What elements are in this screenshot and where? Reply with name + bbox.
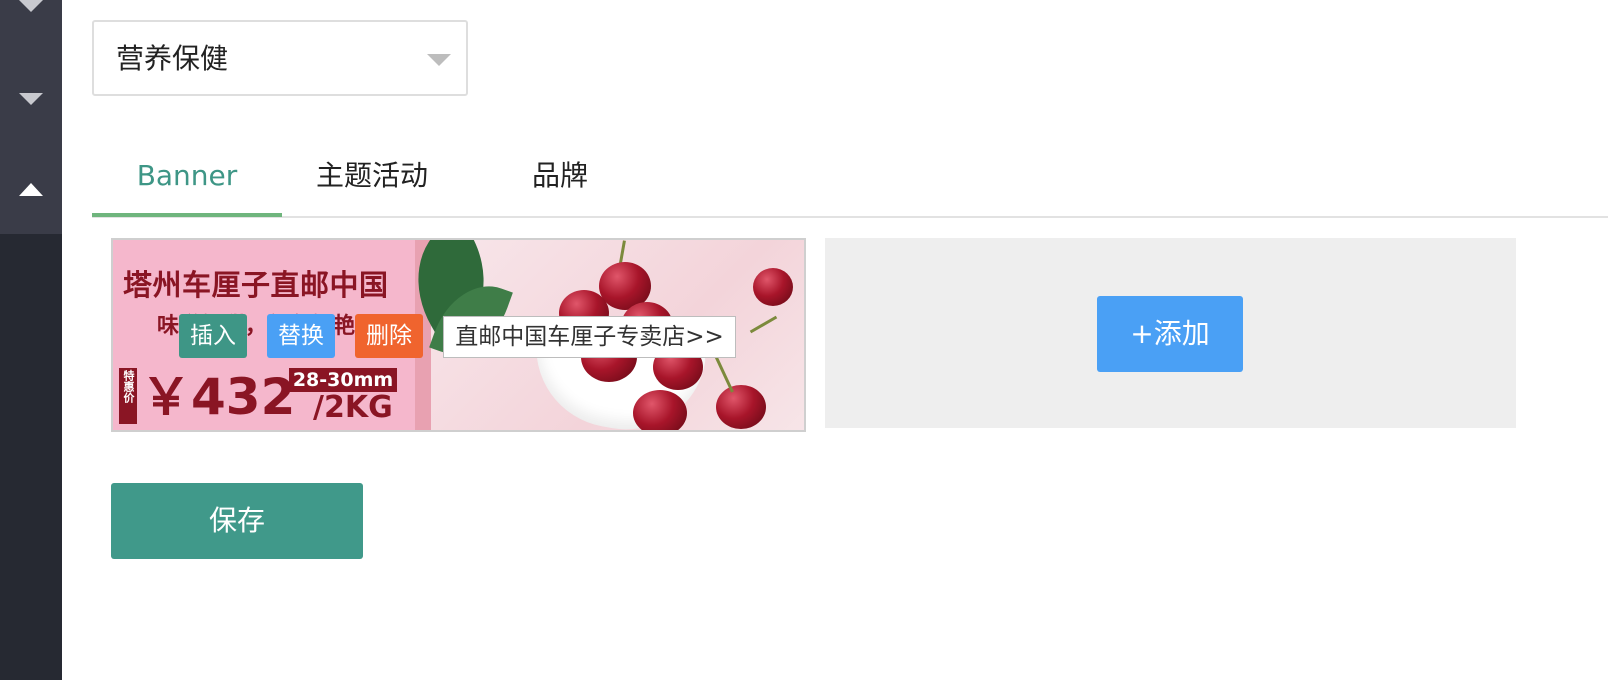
tab-label: Banner (136, 159, 238, 192)
cherry-stem (713, 353, 734, 393)
cherry (716, 385, 766, 429)
tab-theme-activity[interactable]: 主题活动 (282, 150, 462, 218)
tab-label: 主题活动 (315, 159, 428, 192)
category-select-value: 营养保健 (116, 42, 229, 75)
chevron-down-icon[interactable] (19, 0, 43, 12)
replace-button[interactable]: 替换 (267, 314, 335, 358)
banner-price: ￥432 (141, 368, 296, 426)
banner-link[interactable]: 直邮中国车厘子专卖店>> (443, 316, 736, 358)
add-banner-button[interactable]: +添加 (1097, 296, 1243, 372)
cherry (633, 390, 687, 430)
cherry-stem (749, 315, 778, 334)
save-button[interactable]: 保存 (111, 483, 363, 559)
insert-button[interactable]: 插入 (179, 314, 247, 358)
tab-brand[interactable]: 品牌 (500, 150, 620, 218)
category-select[interactable]: 营养保健 (92, 20, 468, 96)
sidebar-menu-group (0, 0, 62, 234)
price-tag: 特惠价 (119, 368, 137, 424)
chevron-down-icon[interactable] (19, 93, 43, 105)
delete-button[interactable]: 删除 (355, 314, 423, 358)
tab-banner[interactable]: Banner (92, 150, 282, 218)
cherry (753, 268, 793, 306)
chevron-down-icon (427, 54, 451, 66)
price-tag-text: 特惠价 (122, 370, 135, 403)
banner-headline: 塔州车厘子直邮中国 (123, 268, 389, 302)
tab-label: 品牌 (531, 159, 588, 192)
size-badge: 28-30mm (289, 368, 397, 392)
active-tab-indicator (92, 213, 282, 217)
chevron-up-icon[interactable] (19, 183, 43, 196)
tab-bar: Banner 主题活动 品牌 (92, 150, 1608, 218)
banner-weight: /2KG (313, 390, 393, 425)
sidebar (0, 0, 62, 680)
